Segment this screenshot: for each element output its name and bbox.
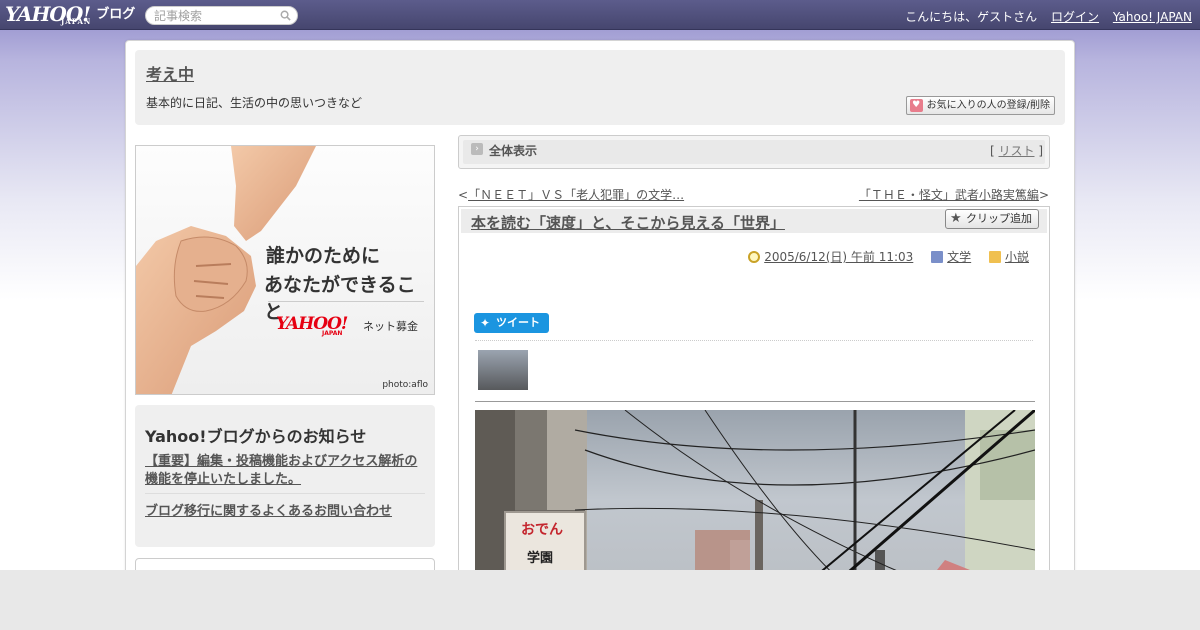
next-article-link[interactable]: 「ＴＨＥ・怪文」武者小路実篤編 xyxy=(859,188,1039,202)
folder-icon xyxy=(988,251,1001,263)
logo-blog-text: ブログ xyxy=(96,7,136,22)
top-bar: YAHOO! JAPAN ブログ こんにちは、ゲストさん ログイン Yahoo!… xyxy=(0,0,1200,30)
search-icon[interactable] xyxy=(280,10,291,21)
favorite-button-label: お気に入りの人の登録/削除 xyxy=(926,100,1050,111)
ad-yahoo-logo-sub: JAPAN xyxy=(322,330,343,337)
list-view-toggle: [ リスト ] xyxy=(989,144,1043,158)
article-date[interactable]: 2005/6/12(日) 午前 11:03 xyxy=(764,250,913,264)
dotted-divider xyxy=(475,340,1033,341)
view-all-bar: › 全体表示 [ リスト ] xyxy=(458,135,1050,169)
article-title[interactable]: 本を読む「速度」と、そこから見える「世界」 xyxy=(471,212,785,233)
blog-header: 考え中 基本的に日記、生活の中の思いつきなど ♥ お気に入りの人の登録/削除 xyxy=(135,50,1065,125)
yahoo-blog-logo[interactable]: YAHOO! JAPAN ブログ xyxy=(5,2,135,28)
tweet-label: ツイート xyxy=(496,316,540,329)
prev-arrow: < xyxy=(458,188,469,202)
prev-article-link[interactable]: 「ＮＥＥＴ」ＶＳ「老人犯罪」の文学… xyxy=(468,188,684,202)
next-arrow: > xyxy=(1038,188,1049,202)
category-novel-link[interactable]: 小説 xyxy=(1005,250,1029,264)
next-article-nav: 「ＴＨＥ・怪文」武者小路実篤編> xyxy=(859,186,1049,203)
favorite-register-button[interactable]: ♥ お気に入りの人の登録/削除 xyxy=(905,96,1055,115)
greeting-text: こんにちは、ゲストさん xyxy=(905,10,1038,24)
twitter-bird-icon: ✦ xyxy=(480,316,491,330)
blog-title[interactable]: 考え中 xyxy=(146,61,194,85)
article-header: 本を読む「速度」と、そこから見える「世界」 ★ クリップ追加 xyxy=(461,209,1047,233)
yahoo-japan-link[interactable]: Yahoo! JAPAN xyxy=(1113,10,1192,24)
ad-divider xyxy=(268,301,424,302)
list-link[interactable]: リスト xyxy=(998,144,1034,158)
ad-headline-1: 誰かのために xyxy=(266,245,381,267)
clock-icon xyxy=(748,251,761,263)
ad-service-name: ネット募金 xyxy=(363,320,418,333)
book-icon xyxy=(931,251,944,263)
charity-ad-banner[interactable]: 誰かのために あなたができること YAHOO! JAPAN ネット募金 phot… xyxy=(135,145,435,395)
notice-link-important[interactable]: 【重要】編集・投稿機能およびアクセス解析の機能を停止いたしました。 xyxy=(145,453,430,489)
notice-link-faq[interactable]: ブログ移行に関するよくあるお問い合わせ xyxy=(145,500,392,519)
heart-icon: ♥ xyxy=(909,99,923,112)
page-footer-bar xyxy=(0,570,1200,630)
article: 本を読む「速度」と、そこから見える「世界」 ★ クリップ追加 2005/6/12… xyxy=(458,206,1050,610)
main-container: 考え中 基本的に日記、生活の中の思いつきなど ♥ お気に入りの人の登録/削除 誰… xyxy=(125,40,1075,610)
sign-line2: 学園 xyxy=(527,550,553,566)
notice-divider xyxy=(145,493,425,494)
user-links: こんにちは、ゲストさん ログイン Yahoo! JAPAN xyxy=(895,8,1192,25)
category-literature-link[interactable]: 文学 xyxy=(947,250,971,264)
article-meta: 2005/6/12(日) 午前 11:03 文学 小説 xyxy=(748,248,1029,265)
arrow-right-icon: › xyxy=(471,143,483,155)
notice-title: Yahoo!ブログからのお知らせ xyxy=(145,427,367,446)
clip-button-label: クリップ追加 xyxy=(966,212,1032,225)
logo-japan-text: JAPAN xyxy=(61,17,92,26)
blog-description: 基本的に日記、生活の中の思いつきなど xyxy=(146,96,363,110)
view-all-label: 全体表示 xyxy=(489,144,538,158)
sign-line1: おでん xyxy=(521,522,563,538)
clip-add-button[interactable]: ★ クリップ追加 xyxy=(945,209,1039,229)
ad-photo-credit: photo:aflo xyxy=(382,380,428,390)
notice-panel: Yahoo!ブログからのお知らせ 【重要】編集・投稿機能およびアクセス解析の機能… xyxy=(135,405,435,547)
search-input[interactable] xyxy=(154,9,274,23)
photo-thumbnail[interactable] xyxy=(478,350,528,390)
article-divider xyxy=(475,401,1035,402)
search-box xyxy=(145,6,298,25)
tweet-button[interactable]: ✦ ツイート xyxy=(474,313,549,333)
prev-article-nav: <「ＮＥＥＴ」ＶＳ「老人犯罪」の文学… xyxy=(458,186,684,203)
star-icon: ★ xyxy=(950,211,962,226)
login-link[interactable]: ログイン xyxy=(1051,10,1099,24)
